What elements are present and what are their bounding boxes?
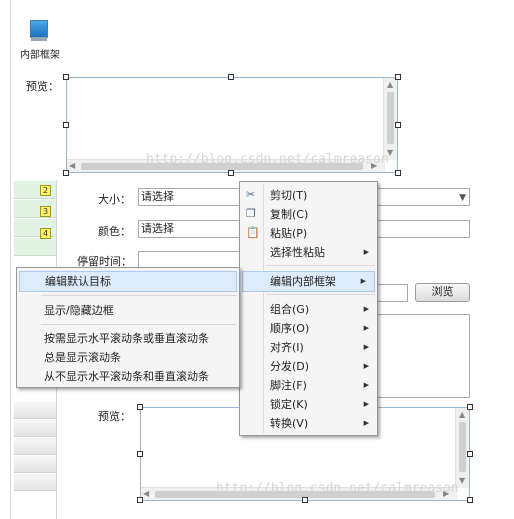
submenu-arrow-icon: ▶ xyxy=(363,381,369,389)
submenu-arrow-icon: ▶ xyxy=(363,305,369,313)
file-path-input[interactable] xyxy=(376,284,408,302)
inline-frame-submenu: 编辑默认目标 显示/隐藏边框 按需显示水平滚动条或垂直滚动条 总是显示滚动条 从… xyxy=(16,267,240,388)
resize-handle[interactable] xyxy=(395,122,401,128)
step-badge: 2 xyxy=(40,185,51,196)
resize-handle[interactable] xyxy=(137,497,143,503)
left-guide-line xyxy=(10,0,11,519)
copy-icon: ❐ xyxy=(246,207,256,220)
color-label: 颜色： xyxy=(98,225,131,238)
browse-button[interactable]: 浏览 xyxy=(415,283,470,302)
resize-handle[interactable] xyxy=(63,74,69,80)
menu-item-align[interactable]: 对齐(I) ▶ xyxy=(240,338,377,357)
watermark: http://blog.csdn.net/calmreason xyxy=(216,481,459,496)
color-select-value: 请选择 xyxy=(141,222,174,235)
scroll-left-icon[interactable]: ◀ xyxy=(69,161,75,171)
list-item[interactable] xyxy=(14,456,56,473)
submenu-arrow-icon: ▶ xyxy=(363,343,369,351)
step-badge: 3 xyxy=(40,206,51,217)
menu-separator xyxy=(41,324,237,325)
resize-handle[interactable] xyxy=(395,74,401,80)
menu-separator xyxy=(266,294,375,295)
resize-handle[interactable] xyxy=(137,404,143,410)
menu-item-group[interactable]: 组合(G) ▶ xyxy=(240,300,377,319)
chevron-down-icon: ▼ xyxy=(459,193,466,203)
size-label: 大小： xyxy=(98,193,131,206)
description-textarea[interactable] xyxy=(376,314,470,398)
menu-item-lock[interactable]: 锁定(K) ▶ xyxy=(240,395,377,414)
size-select-value: 请选择 xyxy=(141,190,174,203)
resize-handle[interactable] xyxy=(63,122,69,128)
menu-item-footnote[interactable]: 脚注(F) ▶ xyxy=(240,376,377,395)
submenu-arrow-icon: ▶ xyxy=(363,324,369,332)
submenu-item-edit-default-target[interactable]: 编辑默认目标 xyxy=(19,271,237,292)
submenu-arrow-icon: ▶ xyxy=(363,248,369,256)
context-menu: ✂ 剪切(T) ❐ 复制(C) 📋 粘贴(P) 选择性粘贴 ▶ 编辑内部框架 ▶… xyxy=(239,181,378,436)
watermark: http://blog.csdn.net/calmreason xyxy=(146,152,389,167)
scroll-left-icon[interactable]: ◀ xyxy=(143,489,149,499)
submenu-item-scroll-as-needed[interactable]: 按需显示水平滚动条或垂直滚动条 xyxy=(17,329,239,348)
list-item[interactable] xyxy=(14,474,56,491)
clipboard-icon: 📋 xyxy=(246,226,260,239)
menu-item-cut[interactable]: ✂ 剪切(T) xyxy=(240,186,377,205)
list-item[interactable] xyxy=(14,438,56,455)
submenu-arrow-icon: ▶ xyxy=(363,400,369,408)
resize-handle[interactable] xyxy=(302,497,308,503)
top-vertical-scrollbar[interactable]: ▲ ▼ xyxy=(383,78,397,160)
menu-item-paste[interactable]: 📋 粘贴(P) xyxy=(240,224,377,243)
submenu-item-never-scroll[interactable]: 从不显示水平滚动条和垂直滚动条 xyxy=(17,367,239,386)
submenu-arrow-icon: ▶ xyxy=(360,277,366,285)
scroll-up-icon[interactable]: ▲ xyxy=(387,80,393,90)
scroll-down-icon[interactable]: ▼ xyxy=(459,476,465,486)
list-item[interactable] xyxy=(14,420,56,437)
resize-handle[interactable] xyxy=(63,170,69,176)
list-item[interactable] xyxy=(14,402,56,419)
top-preview-label: 预览： xyxy=(26,80,59,93)
menu-item-order[interactable]: 顺序(O) ▶ xyxy=(240,319,377,338)
top-vscroll-thumb[interactable] xyxy=(387,92,394,144)
bottom-vertical-scrollbar[interactable]: ▲ ▼ xyxy=(455,408,469,488)
scroll-up-icon[interactable]: ▲ xyxy=(459,410,465,420)
resize-handle[interactable] xyxy=(228,74,234,80)
menu-item-convert[interactable]: 转换(V) ▶ xyxy=(240,414,377,433)
menu-separator xyxy=(266,265,375,266)
list-item[interactable] xyxy=(14,238,56,256)
submenu-arrow-icon: ▶ xyxy=(363,419,369,427)
menu-item-distribute[interactable]: 分发(D) ▶ xyxy=(240,357,377,376)
widget-label: 内部框架 xyxy=(20,50,60,61)
resize-handle[interactable] xyxy=(467,451,473,457)
step-badge: 4 xyxy=(40,228,51,239)
resize-handle[interactable] xyxy=(228,170,234,176)
inline-frame-icon[interactable] xyxy=(30,20,48,41)
submenu-item-toggle-border[interactable]: 显示/隐藏边框 xyxy=(17,301,239,320)
menu-separator xyxy=(41,295,237,296)
resize-handle[interactable] xyxy=(137,451,143,457)
resize-handle[interactable] xyxy=(467,497,473,503)
submenu-arrow-icon: ▶ xyxy=(363,362,369,370)
menu-item-copy[interactable]: ❐ 复制(C) xyxy=(240,205,377,224)
resize-handle[interactable] xyxy=(467,404,473,410)
bottom-vscroll-thumb[interactable] xyxy=(459,422,466,472)
submenu-item-always-scroll[interactable]: 总是显示滚动条 xyxy=(17,348,239,367)
menu-item-paste-special[interactable]: 选择性粘贴 ▶ xyxy=(240,243,377,262)
resize-handle[interactable] xyxy=(395,170,401,176)
menu-item-edit-inline-frame[interactable]: 编辑内部框架 ▶ xyxy=(242,271,375,292)
preview-label: 预览： xyxy=(98,410,131,423)
scissors-icon: ✂ xyxy=(246,188,256,201)
